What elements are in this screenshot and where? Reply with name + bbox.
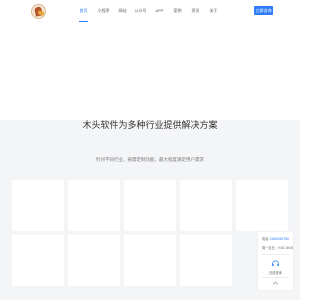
- nav-item-official-account[interactable]: 公众号: [134, 0, 147, 22]
- contact-float-panel: 电话:13660362785 周一至日：9:00-18:00 在线咨询: [258, 232, 293, 290]
- nav-item-news[interactable]: 资讯: [191, 0, 200, 22]
- nav-item-website[interactable]: 网站: [118, 0, 127, 22]
- consult-button[interactable]: 立即咨询: [254, 6, 273, 15]
- nav-item-home[interactable]: 首页: [79, 0, 88, 22]
- industry-card[interactable]: [12, 235, 64, 286]
- industry-card[interactable]: [68, 235, 120, 286]
- industry-card[interactable]: [180, 235, 232, 286]
- section-title: 木头软件为多种行业提供解决方案: [82, 120, 218, 130]
- industry-card[interactable]: [124, 180, 176, 231]
- industry-card[interactable]: [68, 180, 120, 231]
- nav-item-cases[interactable]: 案例: [173, 0, 182, 22]
- industry-card[interactable]: [124, 235, 176, 286]
- online-consult-label[interactable]: 在线咨询: [258, 270, 293, 275]
- top-nav: 首页 小程序 网站 公众号 APP 案例 资讯 关于 立即咨询: [0, 0, 300, 22]
- industry-card[interactable]: [180, 180, 232, 231]
- arrow-up-icon[interactable]: [272, 280, 279, 287]
- phone-number[interactable]: 13660362785: [269, 237, 289, 241]
- section-subtitle: 针对不同行业，按需定制功能，最大程度满足用户需求: [96, 157, 204, 162]
- phone-line: 电话:13660362785: [262, 236, 289, 241]
- industry-card[interactable]: [12, 180, 64, 231]
- industry-card[interactable]: [236, 180, 288, 231]
- divider: [262, 277, 289, 278]
- divider: [262, 254, 289, 255]
- hero-banner: [0, 22, 300, 120]
- logo-icon[interactable]: [31, 4, 46, 19]
- nav-item-miniprogram[interactable]: 小程序: [97, 0, 110, 22]
- nav-item-app[interactable]: APP: [155, 0, 164, 22]
- business-hours: 周一至日：9:00-18:00: [262, 246, 294, 250]
- headset-icon[interactable]: [271, 259, 280, 268]
- nav-item-about[interactable]: 关于: [209, 0, 218, 22]
